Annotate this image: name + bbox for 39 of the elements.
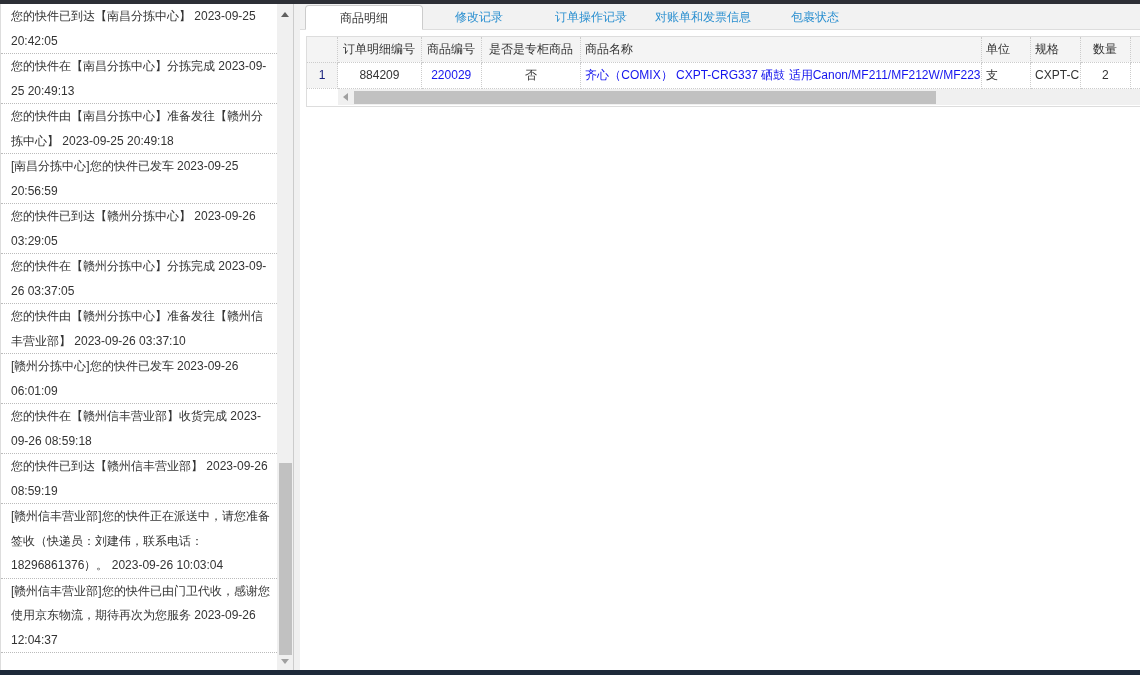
column-header: 商品编号 — [421, 37, 482, 62]
tab[interactable]: 商品明细 — [305, 5, 423, 30]
table-link[interactable]: 220029 — [421, 62, 482, 88]
scroll-down-icon[interactable] — [281, 659, 290, 664]
column-header: 规格 — [1030, 37, 1081, 62]
column-header: 单位 — [981, 37, 1031, 62]
column-header: 是否是专柜商品 — [481, 37, 581, 62]
column-header: 数量 — [1080, 37, 1131, 62]
tracking-event: [南昌分拣中心]您的快件已发车 2023-09-25 20:56:59 — [11, 158, 240, 200]
tracking-event: 您的快件已到达【南昌分拣中心】 2023-09-25 20:42:05 — [11, 8, 257, 50]
table-cell: 否 — [481, 62, 581, 88]
tracking-event: 您的快件已到达【赣州信丰营业部】 2023-09-26 08:59:19 — [11, 458, 269, 500]
tracking-event: 您的快件由【南昌分拣中心】准备发往【赣州分拣中心】 2023-09-25 20:49:18 — [11, 108, 264, 150]
tracking-event: 您的快件在【南昌分拣中心】分拣完成 2023-09-25 20:49:13 — [11, 58, 268, 100]
tracking-event: [赣州信丰营业部]您的快件已由门卫代收，感谢您使用京东物流，期待再次为您服务 2023-09-26 12:04:37 — [11, 582, 271, 649]
tab[interactable]: 包裹状态 — [759, 4, 871, 29]
scrollbar-thumb[interactable] — [278, 463, 292, 655]
scrollbar[interactable] — [277, 4, 293, 670]
table-cell: 2 — [1080, 62, 1131, 88]
table-link[interactable]: 齐心（COMIX） CXPT-CRG337 硒鼓 适用Canon/MF211/MF212W/MF223 — [580, 62, 981, 88]
tracking-event: 您的快件已到达【赣州分拣中心】 2023-09-26 03:29:05 — [11, 208, 257, 250]
table-cell: CXPT-C — [1030, 62, 1081, 88]
scrollbar-thumb[interactable] — [354, 90, 936, 104]
tracking-event: [赣州信丰营业部]您的快件正在派送中，请您准备签收（快递员：刘建伟，联系电话：18296861376）。 2023-09-26 10:03:04 — [11, 508, 271, 574]
table-cell: 支 — [981, 62, 1031, 88]
table-cell: 884209 — [337, 62, 422, 88]
tab[interactable]: 修改记录 — [423, 4, 535, 29]
tracking-event: [赣州分拣中心]您的快件已发车 2023-09-26 06:01:09 — [11, 358, 240, 400]
scroll-left-icon[interactable] — [343, 93, 348, 101]
tracking-event: 您的快件在【赣州分拣中心】分拣完成 2023-09-26 03:37:05 — [11, 258, 268, 300]
tracking-event: 您的快件由【赣州分拣中心】准备发往【赣州信丰营业部】 2023-09-26 03:37:10 — [11, 308, 264, 350]
column-header: 订单明细编号 — [337, 37, 422, 62]
tab[interactable]: 对账单和发票信息 — [647, 4, 759, 29]
tab[interactable]: 订单操作记录 — [535, 4, 647, 29]
row-number: 1 — [307, 62, 338, 88]
tracking-event: 您的快件在【赣州信丰营业部】收货完成 2023-09-26 08:59:18 — [11, 408, 263, 450]
horizontal-scrollbar[interactable] — [338, 89, 1140, 105]
column-header: 商品名称 — [580, 37, 981, 62]
scroll-up-icon[interactable] — [281, 12, 290, 17]
